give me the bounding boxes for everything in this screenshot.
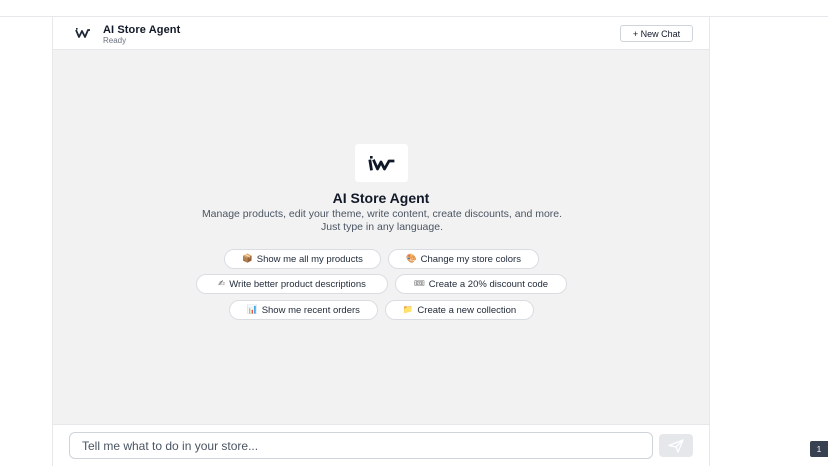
pen-icon: ✍ xyxy=(218,278,226,289)
suggestion-label: Create a new collection xyxy=(417,304,517,316)
hero-description: Manage products, edit your theme, write … xyxy=(201,208,563,233)
suggestion-label: Show me all my products xyxy=(256,253,363,265)
suggestion-write-descriptions[interactable]: ✍ Write better product descriptions xyxy=(196,274,388,294)
iw-logo-icon xyxy=(75,28,90,38)
suggestion-label: Show me recent orders xyxy=(261,304,360,316)
browser-top-strip xyxy=(0,0,828,17)
suggestion-recent-orders[interactable]: 📊 Show me recent orders xyxy=(229,300,378,320)
send-icon xyxy=(668,438,684,453)
new-chat-button[interactable]: + New Chat xyxy=(620,25,693,42)
suggestion-label: Create a 20% discount code xyxy=(428,278,549,290)
status-text: Ready xyxy=(103,36,127,45)
suggestion-show-products[interactable]: 📦 Show me all my products xyxy=(224,249,381,269)
suggestion-new-collection[interactable]: 📁 Create a new collection xyxy=(385,300,534,320)
suggestion-change-colors[interactable]: 🎨 Change my store colors xyxy=(388,249,539,269)
palette-icon: 🎨 xyxy=(406,253,417,264)
corner-tab[interactable]: 1 xyxy=(810,441,828,457)
suggestion-label: Write better product descriptions xyxy=(229,278,366,290)
suggestion-label: Change my store colors xyxy=(420,253,521,265)
suggestion-discount-code[interactable]: 🎟 Create a 20% discount code xyxy=(395,274,567,294)
chart-icon: 📊 xyxy=(247,304,258,315)
hero-title: AI Store Agent xyxy=(332,190,430,206)
chat-header: AI Store Agent Ready + New Chat xyxy=(53,17,709,50)
ticket-icon: 🎟 xyxy=(413,278,425,289)
iw-logo-icon xyxy=(367,156,394,171)
send-button[interactable] xyxy=(659,434,693,457)
message-input[interactable] xyxy=(69,432,653,459)
composer-bar xyxy=(53,424,709,466)
hero-logo xyxy=(355,144,408,182)
header-title: AI Store Agent xyxy=(103,24,181,36)
chat-panel: AI Store Agent Ready + New Chat AI Store… xyxy=(52,17,710,466)
box-icon: 📦 xyxy=(242,253,253,264)
folder-icon: 📁 xyxy=(402,304,414,315)
